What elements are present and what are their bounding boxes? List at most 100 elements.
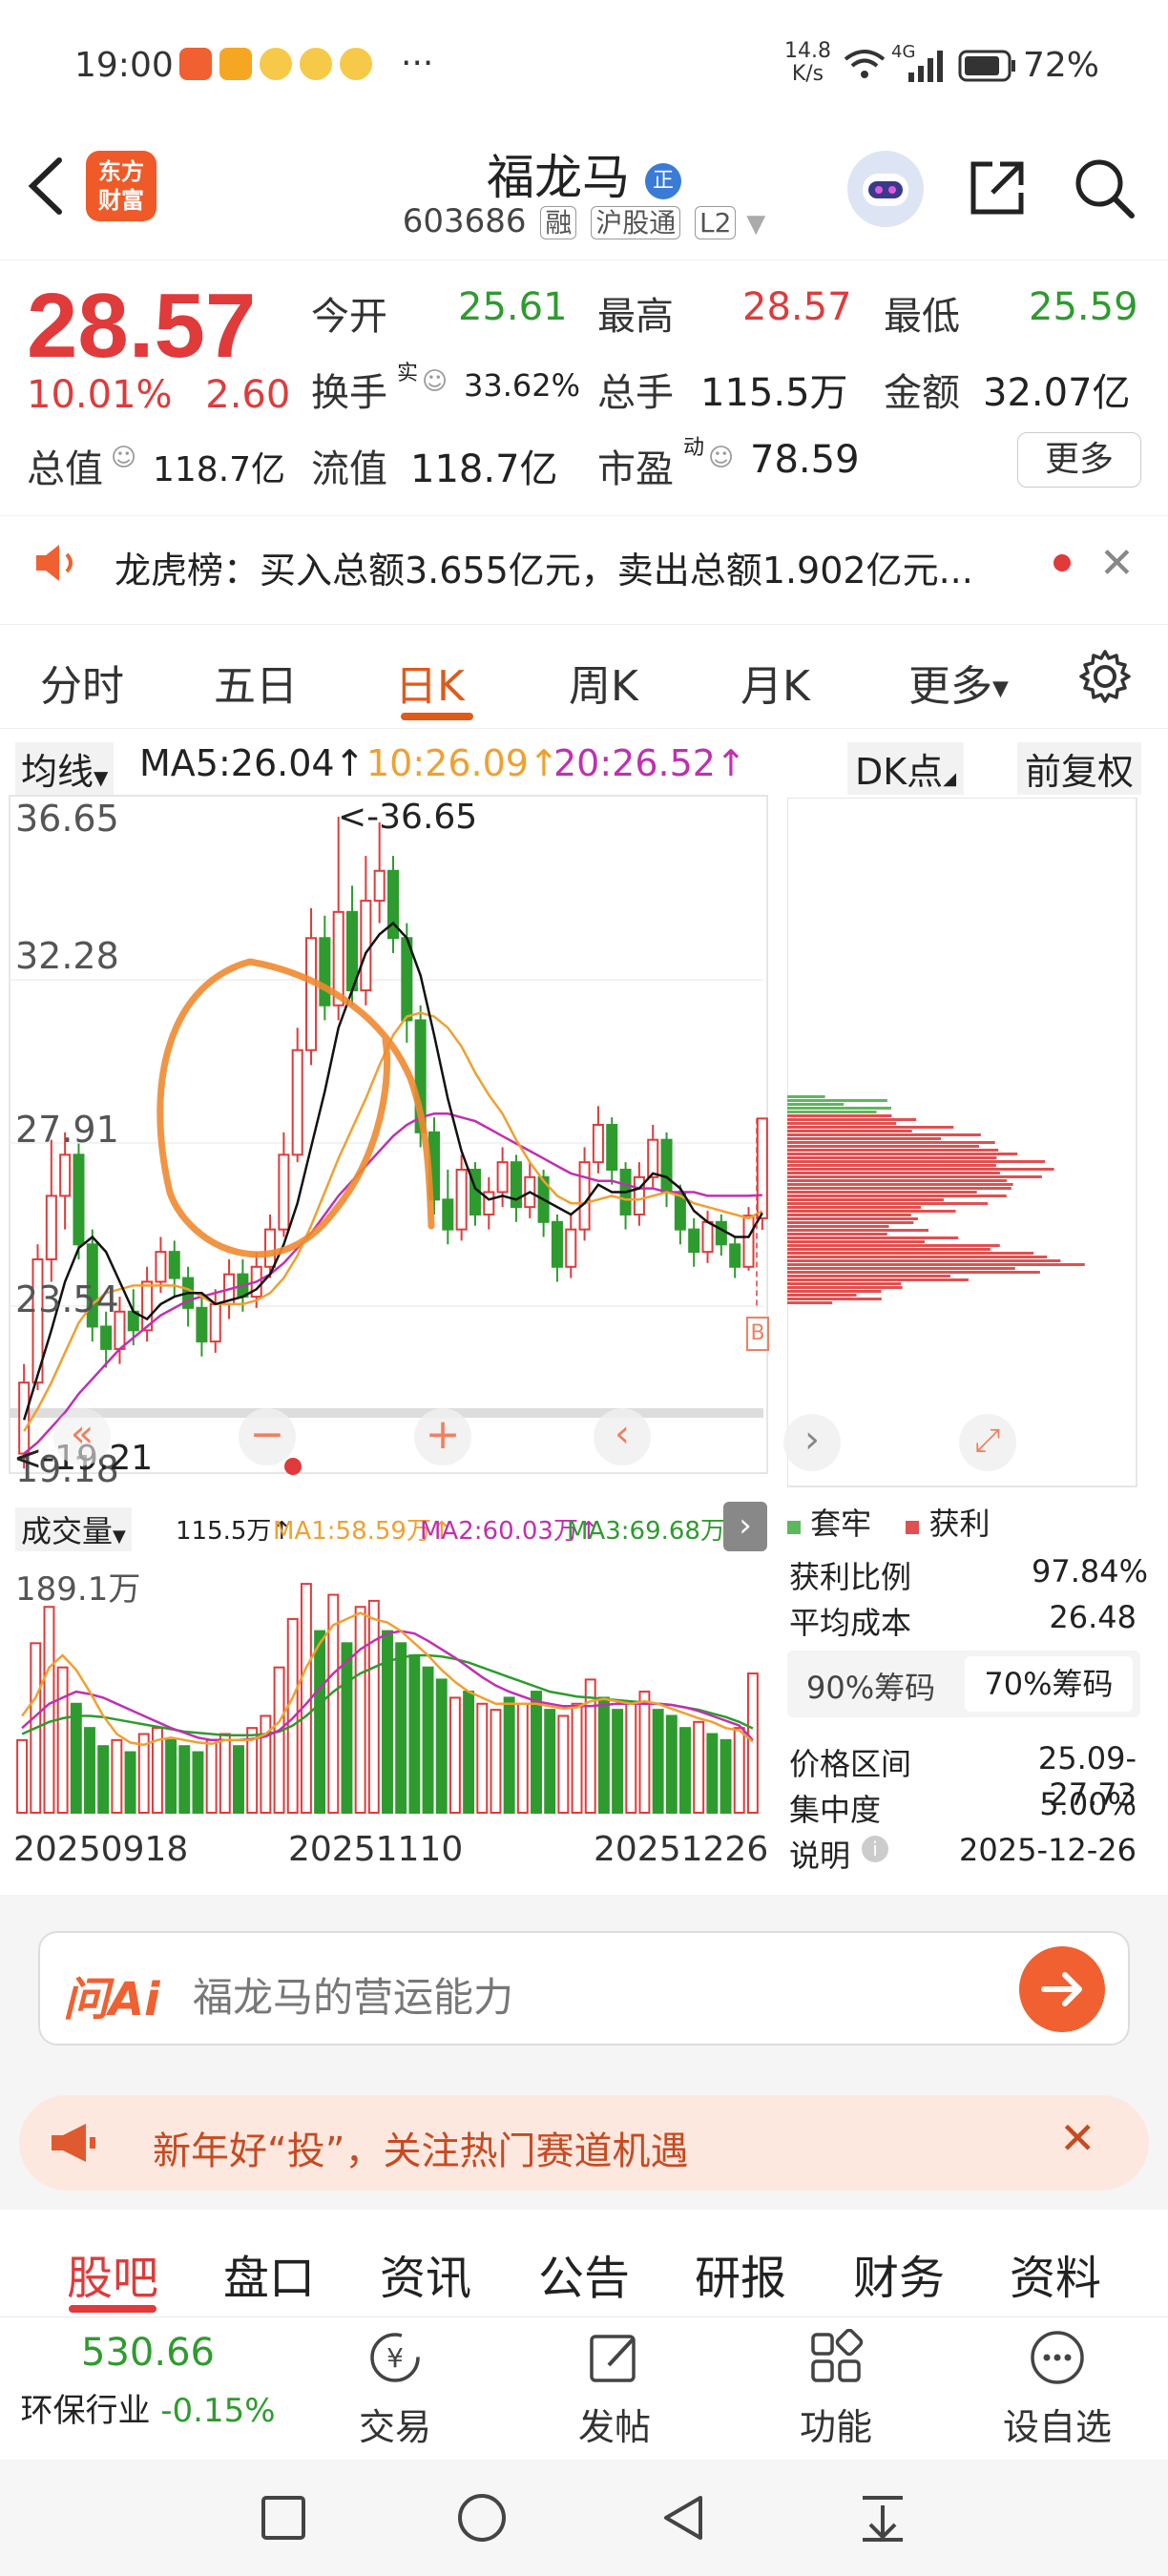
chip-bar: [787, 1210, 956, 1213]
legend-trapped: 套牢: [810, 1506, 872, 1542]
chip-bar: [787, 1153, 1018, 1155]
search-icon[interactable]: [1071, 155, 1137, 225]
content-tabs: 股吧 盘口 资讯 公告 研报 财务 资料: [0, 2212, 1168, 2316]
profit-ratio-value: 97.84%: [1032, 1553, 1149, 1589]
candlestick-chart[interactable]: 36.65 32.28 27.91 23.54 19.18 <-36.65 <-…: [0, 792, 773, 1490]
battery-icon: [958, 50, 1017, 91]
tab-intraday[interactable]: 分时: [40, 652, 124, 713]
tab-more[interactable]: 更多▼: [908, 652, 1009, 713]
expand-icon[interactable]: ⤢: [959, 1414, 1016, 1471]
active-tab-underline: [401, 713, 473, 720]
last-price: 28.57: [27, 275, 257, 377]
tab-forum[interactable]: 股吧: [67, 2240, 158, 2307]
chip-bar: [787, 1198, 944, 1201]
chip-bar: [787, 1179, 1008, 1182]
ai-query-text[interactable]: 福龙马的营运能力: [193, 1965, 513, 2024]
tab-monthly-k[interactable]: 月K: [740, 652, 810, 713]
tab-research[interactable]: 研报: [695, 2240, 786, 2307]
chip-bar: [787, 1130, 912, 1132]
share-icon[interactable]: [964, 155, 1031, 225]
svg-text:¥: ¥: [386, 2342, 404, 2374]
fast-back-button[interactable]: «: [53, 1408, 111, 1465]
candle-body: [742, 1215, 755, 1268]
candle-body: [496, 1161, 509, 1194]
info-icon[interactable]: i: [862, 1836, 888, 1862]
chip-bar: [787, 1256, 1048, 1258]
chip-bar: [787, 1156, 997, 1159]
scroll-right-button[interactable]: ›: [783, 1414, 841, 1471]
add-watchlist-button[interactable]: 设自选: [981, 2329, 1134, 2450]
info-icon[interactable]: ☺: [111, 444, 136, 472]
tab-five-day[interactable]: 五日: [214, 652, 298, 713]
download-nav-icon[interactable]: [859, 2492, 907, 2547]
dk-point-select[interactable]: DK点◢: [847, 742, 965, 795]
tab-announcements[interactable]: 公告: [538, 2240, 630, 2307]
close-icon[interactable]: ✕: [1099, 539, 1135, 588]
candle-body: [633, 1175, 645, 1215]
ma20-value: 20:26.52↑: [553, 742, 746, 784]
recents-icon[interactable]: [260, 2494, 307, 2545]
volume-bar: [435, 1678, 448, 1814]
note-label: 说明: [789, 1838, 851, 1874]
ai-assistant-avatar[interactable]: [847, 151, 924, 227]
chip-bar: [787, 1294, 857, 1297]
profit-swatch: [906, 1521, 920, 1534]
chip-bar: [787, 1214, 911, 1216]
promo-banner[interactable]: 新年好“投”，关注热门赛道机遇 ✕: [19, 2095, 1149, 2191]
candle-body: [209, 1302, 221, 1343]
tab-weekly-k[interactable]: 周K: [569, 652, 638, 713]
pe-sup: 动: [683, 436, 705, 460]
tab-profile[interactable]: 资料: [1010, 2240, 1101, 2307]
volume-bar: [571, 1702, 583, 1814]
chevron-down-icon[interactable]: ▼: [746, 210, 765, 239]
tab-daily-k[interactable]: 日K: [395, 652, 465, 713]
tag-margin: 融: [540, 206, 577, 239]
battery-percent: 72%: [1023, 46, 1100, 85]
trade-icon: ¥: [366, 2329, 424, 2386]
ma-select[interactable]: 均线▼: [15, 742, 115, 795]
chip-bar: [787, 1099, 887, 1102]
indicator-select[interactable]: 成交量▼: [15, 1507, 132, 1551]
tab-orderbook[interactable]: 盘口: [223, 2240, 315, 2307]
turnover-label: 换手: [311, 371, 387, 415]
info-icon[interactable]: ☺: [708, 444, 734, 472]
tab-90-chips[interactable]: 90%筹码: [806, 1664, 935, 1708]
tab-news[interactable]: 资讯: [380, 2240, 471, 2307]
volume-bar: [178, 1745, 191, 1814]
active-tab-underline: [69, 2305, 156, 2313]
scrollbar-track: [10, 1408, 763, 1418]
settings-gear-icon[interactable]: [1076, 648, 1134, 709]
close-icon[interactable]: ✕: [1059, 2112, 1096, 2164]
back-nav-icon[interactable]: [658, 2492, 710, 2547]
chip-bar: [787, 1286, 903, 1289]
tab-70-chips[interactable]: 70%筹码: [965, 1656, 1133, 1712]
candle-body: [455, 1168, 468, 1231]
verified-badge: 正: [644, 162, 681, 199]
volume-chart[interactable]: 189.1万: [10, 1555, 773, 1822]
sector-index[interactable]: 530.66 环保行业 -0.15%: [0, 2331, 296, 2431]
functions-button[interactable]: 功能: [760, 2328, 912, 2450]
ai-submit-button[interactable]: [1019, 1946, 1105, 2032]
open-label: 今开: [311, 295, 387, 339]
next-indicator-button[interactable]: ›: [723, 1502, 767, 1551]
dragon-tiger-notice[interactable]: 龙虎榜：买入总额3.655亿元，卖出总额1.902亿元... ✕: [0, 515, 1168, 611]
adjust-select[interactable]: 前复权: [1017, 742, 1142, 795]
volume-bar: [314, 1630, 326, 1814]
chip-distribution[interactable]: › ⤢: [783, 797, 1140, 1494]
post-button[interactable]: 发帖: [538, 2329, 691, 2450]
stock-code: 603686: [402, 202, 527, 240]
candle-body: [756, 1117, 768, 1219]
concentration-value: 5.00%: [1039, 1786, 1137, 1822]
zoom-out-button[interactable]: −: [239, 1408, 296, 1465]
ai-search-box[interactable]: 问Ai 福龙马的营运能力: [38, 1931, 1130, 2046]
pe-value: 78.59: [750, 438, 860, 482]
candle-body: [660, 1138, 673, 1194]
zoom-in-button[interactable]: +: [414, 1408, 471, 1465]
tab-financials[interactable]: 财务: [853, 2240, 945, 2307]
home-icon[interactable]: [456, 2492, 508, 2547]
more-quote-button[interactable]: 更多: [1017, 432, 1141, 488]
buy-signal-marker: B: [746, 1317, 769, 1351]
trade-button[interactable]: ¥ 交易: [319, 2329, 471, 2450]
info-icon[interactable]: ☺: [422, 367, 448, 396]
scroll-left-button[interactable]: ‹: [594, 1408, 651, 1465]
